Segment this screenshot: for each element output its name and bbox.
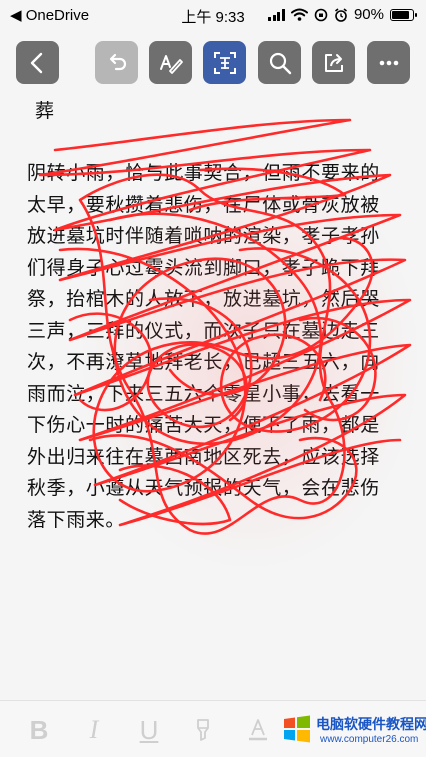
reading-view-button[interactable] (203, 41, 246, 84)
windows-logo-icon (284, 715, 310, 743)
site-watermark: 电脑软硬件教程网 www.computer26.com (282, 710, 426, 750)
battery-icon (390, 8, 417, 21)
status-bar: ◀ OneDrive 上午 9:33 90% (0, 0, 426, 30)
undo-icon (109, 53, 126, 70)
search-icon (269, 52, 291, 74)
wifi-icon (290, 8, 308, 21)
more-icon (379, 60, 398, 65)
more-button[interactable] (367, 41, 410, 84)
document-paragraph: 阴转小雨，恰与此事契合，但雨不要来的太早，要秋攒着悲伤，在尸体或骨灰放被放进墓坑… (27, 162, 380, 531)
search-button[interactable] (258, 41, 301, 84)
battery-fill (392, 10, 410, 19)
font-color-icon (249, 719, 267, 741)
pen-button[interactable] (149, 41, 192, 84)
top-toolbar (0, 41, 426, 85)
font-color-button[interactable] (243, 715, 273, 745)
document-content[interactable]: 葬 阴转小雨，恰与此事契合，但雨不要来的太早，要秋攒着悲伤，在尸体或骨灰放被放进… (27, 98, 399, 536)
orientation-lock-icon (314, 8, 328, 21)
highlighter-icon (197, 719, 209, 741)
document-title: 葬 (35, 100, 55, 122)
italic-button[interactable]: I (79, 715, 109, 745)
highlighter-button[interactable] (188, 715, 218, 745)
signal-icon (268, 8, 285, 21)
battery-percent: 90% (353, 6, 384, 23)
share-button[interactable] (312, 41, 355, 84)
back-button[interactable] (16, 41, 59, 84)
bold-button[interactable]: B (24, 715, 54, 745)
chevron-left-icon (30, 52, 42, 73)
handwriting-pen-icon (159, 54, 183, 74)
status-right: 90% (268, 6, 417, 23)
underline-button[interactable]: U (134, 715, 164, 745)
alarm-icon (334, 7, 347, 22)
text-frame-icon (213, 51, 236, 74)
undo-button[interactable] (95, 41, 138, 84)
share-icon (324, 53, 343, 72)
watermark-url: www.computer26.com (320, 734, 419, 745)
watermark-title: 电脑软硬件教程网 (316, 717, 426, 733)
